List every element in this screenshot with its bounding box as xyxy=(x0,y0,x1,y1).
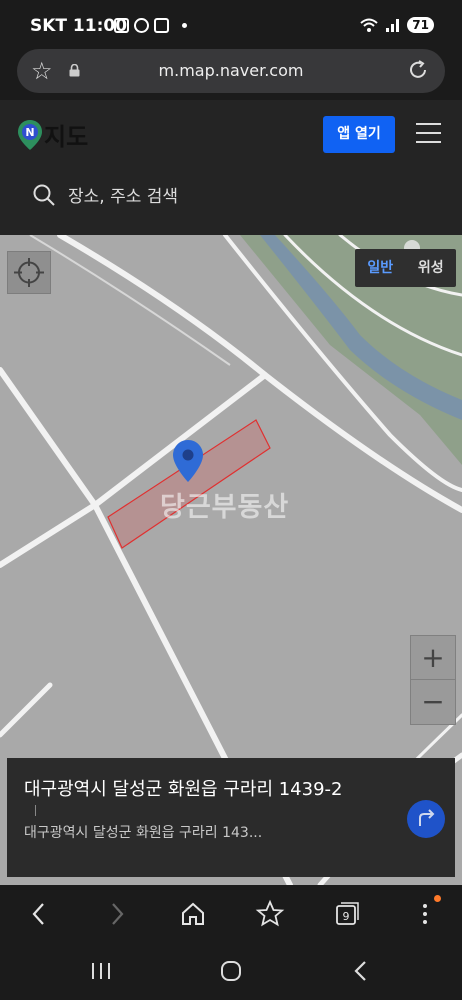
back-icon[interactable] xyxy=(24,899,54,929)
address-bar[interactable]: ☆ m.map.naver.com xyxy=(17,49,445,93)
back-nav-icon[interactable] xyxy=(350,959,372,983)
zoom-out-button[interactable]: − xyxy=(411,680,455,724)
update-badge xyxy=(434,895,441,902)
search-icon xyxy=(33,184,55,206)
directions-button[interactable] xyxy=(407,800,445,838)
more-notifications-dot-icon xyxy=(182,23,187,28)
layer-normal-button[interactable]: 일반 xyxy=(355,249,406,287)
browser-address-area: ☆ m.map.naver.com xyxy=(0,40,462,100)
logo-text: 지도 xyxy=(44,123,89,151)
notification-icons xyxy=(114,18,187,33)
place-sub-address: 대구광역시 달성군 화원읍 구라리 143... xyxy=(24,825,263,841)
zoom-controls: + − xyxy=(410,635,456,725)
map-app-header: N 지도 앱 열기 장소, 주소 검색 xyxy=(0,100,462,235)
system-indicators: 71 xyxy=(359,17,434,33)
divider xyxy=(35,805,36,816)
forward-icon[interactable] xyxy=(102,899,132,929)
tabs-icon[interactable]: 9 xyxy=(332,899,362,929)
app-notification-icon xyxy=(134,18,149,33)
watermark-text: 당근부동산 xyxy=(160,492,290,523)
signal-icon xyxy=(386,19,400,32)
current-location-button[interactable] xyxy=(7,251,51,294)
zoom-in-button[interactable]: + xyxy=(411,636,455,680)
search-placeholder: 장소, 주소 검색 xyxy=(68,187,179,207)
open-app-button[interactable]: 앱 열기 xyxy=(323,116,395,153)
reload-icon[interactable] xyxy=(407,59,429,81)
place-info-card[interactable]: 대구광역시 달성군 화원읍 구라리 1439-2 대구광역시 달성군 화원읍 구… xyxy=(7,758,455,877)
more-options-icon[interactable] xyxy=(410,899,440,929)
svg-text:N: N xyxy=(25,126,34,139)
search-bar[interactable]: 장소, 주소 검색 xyxy=(32,182,178,207)
directions-arrow-icon xyxy=(419,809,435,826)
system-navigation-bar xyxy=(0,945,462,1000)
naver-map-logo[interactable]: N 지도 xyxy=(18,117,88,152)
home-icon[interactable] xyxy=(178,899,208,929)
status-time: SKT 11:00 xyxy=(30,16,128,36)
map-layer-toggle: 일반 위성 xyxy=(355,249,456,287)
location-marker-icon[interactable] xyxy=(173,440,203,482)
browser-toolbar: 9 xyxy=(0,885,462,945)
home-nav-icon[interactable] xyxy=(220,960,242,982)
layer-satellite-button[interactable]: 위성 xyxy=(406,249,457,287)
place-address: 대구광역시 달성군 화원읍 구라리 1439-2 xyxy=(24,779,343,800)
crosshair-icon xyxy=(14,258,44,287)
map-logo-pin-icon: N xyxy=(18,119,42,150)
recent-apps-icon[interactable] xyxy=(90,961,112,981)
url-text[interactable]: m.map.naver.com xyxy=(17,61,445,80)
hamburger-menu-icon[interactable] xyxy=(416,123,441,145)
bookmarks-icon[interactable] xyxy=(255,899,285,929)
tabs-count: 9 xyxy=(343,910,350,923)
battery-indicator: 71 xyxy=(407,17,434,33)
wifi-icon xyxy=(360,18,378,32)
screenshot-icon xyxy=(114,18,129,33)
calendar-icon xyxy=(154,18,169,33)
